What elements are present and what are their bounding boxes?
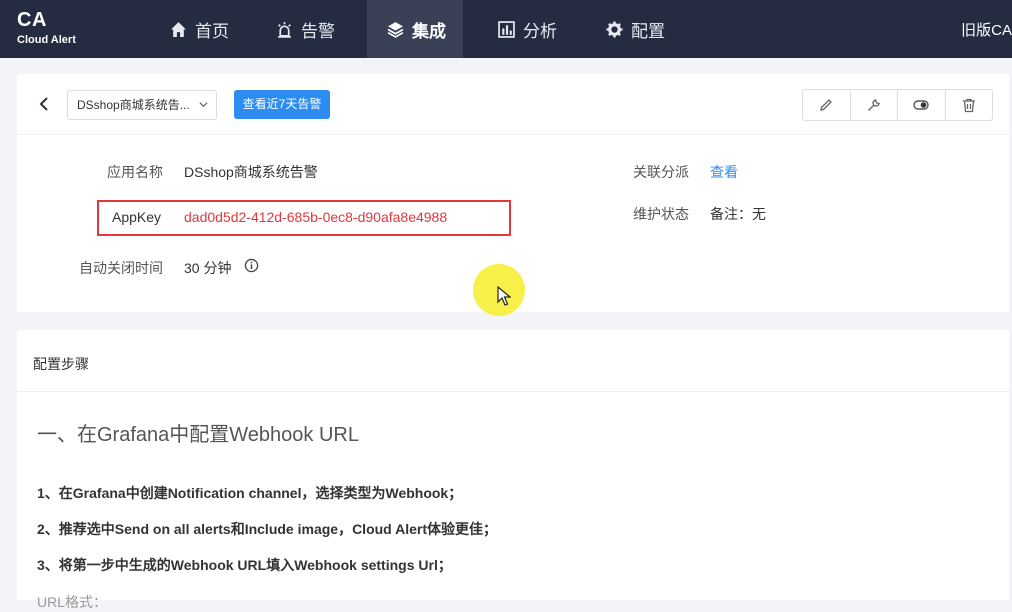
home-icon — [171, 21, 186, 37]
nav-analysis[interactable]: 分析 — [488, 0, 578, 58]
nav-home[interactable]: 首页 — [160, 0, 246, 58]
info-icon[interactable] — [244, 258, 259, 273]
wrench-icon — [867, 99, 880, 111]
steps-title: 配置步骤 — [33, 356, 89, 372]
alarm-light-icon — [278, 21, 291, 38]
app-name-value: DSshop商城系统告警 — [184, 164, 318, 180]
app-select-value: DSshop商城系统告... — [77, 98, 190, 112]
dispatch-view-link[interactable]: 查看 — [710, 162, 738, 182]
nav-alerts-label: 告警 — [301, 21, 335, 41]
bar-chart-icon — [498, 20, 515, 38]
steps-divider — [17, 391, 1009, 392]
mouse-pointer-icon — [497, 286, 511, 306]
appkey-value[interactable]: dad0d5d2-412d-685b-0ec8-d90afa8e4988 — [184, 209, 447, 225]
nav-integration[interactable]: 集成 — [367, 0, 463, 58]
app-name-label: 应用名称 — [107, 164, 163, 180]
chevron-down-icon — [199, 102, 208, 108]
maintenance-value: 备注：无 — [710, 206, 766, 222]
nav-config-label: 配置 — [631, 21, 665, 41]
gear-icon — [606, 21, 623, 37]
brand-full: Cloud Alert — [17, 34, 76, 46]
brand-logo[interactable]: CA Cloud Alert — [17, 10, 76, 46]
appkey-label: AppKey — [112, 209, 162, 225]
app-select-dropdown[interactable]: DSshop商城系统告... — [67, 90, 217, 120]
maintenance-label: 维护状态 — [633, 206, 689, 222]
toolbar-divider — [17, 134, 1009, 135]
action-toolbar — [802, 89, 993, 121]
auto-close-label: 自动关闭时间 — [79, 260, 163, 276]
edit-button[interactable] — [803, 90, 850, 120]
toggle-icon — [913, 100, 929, 110]
step-item: 2、推荐选中Send on all alerts和Include image，C… — [37, 521, 497, 537]
url-format-label: URL格式： — [37, 594, 108, 610]
nav-analysis-label: 分析 — [523, 21, 557, 41]
step-item: 1、在Grafana中创建Notification channel，选择类型为W… — [37, 485, 463, 501]
back-arrow-icon[interactable] — [37, 94, 51, 114]
settings-button[interactable] — [849, 90, 898, 120]
dispatch-label: 关联分派 — [633, 164, 689, 180]
step-item: 3、将第一步中生成的Webhook URL填入Webhook settings … — [37, 557, 452, 573]
toggle-button[interactable] — [897, 90, 945, 120]
old-version-link[interactable]: 旧版CA — [961, 0, 1012, 58]
auto-close-value: 30 分钟 — [184, 260, 232, 276]
edit-icon — [820, 99, 833, 111]
brand-short: CA — [17, 9, 47, 31]
nav-home-label: 首页 — [195, 21, 229, 41]
config-steps-panel: 配置步骤 一、在Grafana中配置Webhook URL 1、在Grafana… — [17, 330, 1009, 610]
top-nav: CA Cloud Alert 首页 告警 集成 分析 配置 旧版CA — [0, 0, 1012, 58]
nav-alerts[interactable]: 告警 — [266, 0, 356, 58]
section-heading: 一、在Grafana中配置Webhook URL — [37, 424, 359, 446]
trash-icon — [962, 98, 975, 113]
layers-icon — [387, 21, 404, 38]
nav-integration-label: 集成 — [412, 21, 446, 41]
delete-button[interactable] — [944, 90, 993, 120]
nav-config[interactable]: 配置 — [596, 0, 690, 58]
recent-alerts-button[interactable]: 查看近7天告警 — [234, 90, 330, 119]
